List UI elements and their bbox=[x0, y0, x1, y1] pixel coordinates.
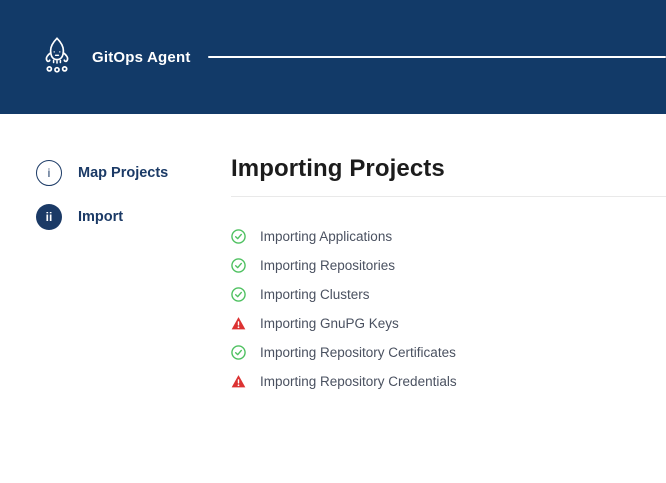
status-item: Importing Applications bbox=[231, 229, 666, 244]
status-label: Importing Repository Certificates bbox=[260, 345, 456, 360]
title-divider bbox=[231, 196, 666, 197]
status-item: Importing Clusters bbox=[231, 287, 666, 302]
step-index-icon: i bbox=[36, 160, 62, 186]
status-item: Importing Repositories bbox=[231, 258, 666, 273]
page-title: Importing Projects bbox=[231, 155, 666, 183]
octopus-logo-icon bbox=[40, 35, 74, 79]
main-content: Importing Projects Importing Application… bbox=[231, 114, 666, 403]
step-import[interactable]: ii Import bbox=[36, 204, 231, 230]
warning-triangle-icon bbox=[231, 316, 246, 331]
status-item: Importing Repository Credentials bbox=[231, 374, 666, 389]
step-map-projects[interactable]: i Map Projects bbox=[36, 160, 231, 186]
app-header: GitOps Agent bbox=[0, 0, 666, 114]
status-item: Importing GnuPG Keys bbox=[231, 316, 666, 331]
check-circle-icon bbox=[231, 229, 246, 244]
wizard-sidebar: i Map Projects ii Import bbox=[0, 114, 231, 403]
check-circle-icon bbox=[231, 287, 246, 302]
check-circle-icon bbox=[231, 258, 246, 273]
import-status-list: Importing Applications Importing Reposit… bbox=[231, 229, 666, 389]
status-label: Importing Clusters bbox=[260, 287, 370, 302]
check-circle-icon bbox=[231, 345, 246, 360]
status-label: Importing GnuPG Keys bbox=[260, 316, 399, 331]
step-label: Map Projects bbox=[78, 165, 168, 181]
warning-triangle-icon bbox=[231, 374, 246, 389]
app-title: GitOps Agent bbox=[92, 49, 191, 66]
header-divider-line bbox=[208, 56, 666, 58]
step-index-icon: ii bbox=[36, 204, 62, 230]
step-label: Import bbox=[78, 209, 123, 225]
status-label: Importing Repository Credentials bbox=[260, 374, 457, 389]
status-item: Importing Repository Certificates bbox=[231, 345, 666, 360]
status-label: Importing Repositories bbox=[260, 258, 395, 273]
status-label: Importing Applications bbox=[260, 229, 392, 244]
